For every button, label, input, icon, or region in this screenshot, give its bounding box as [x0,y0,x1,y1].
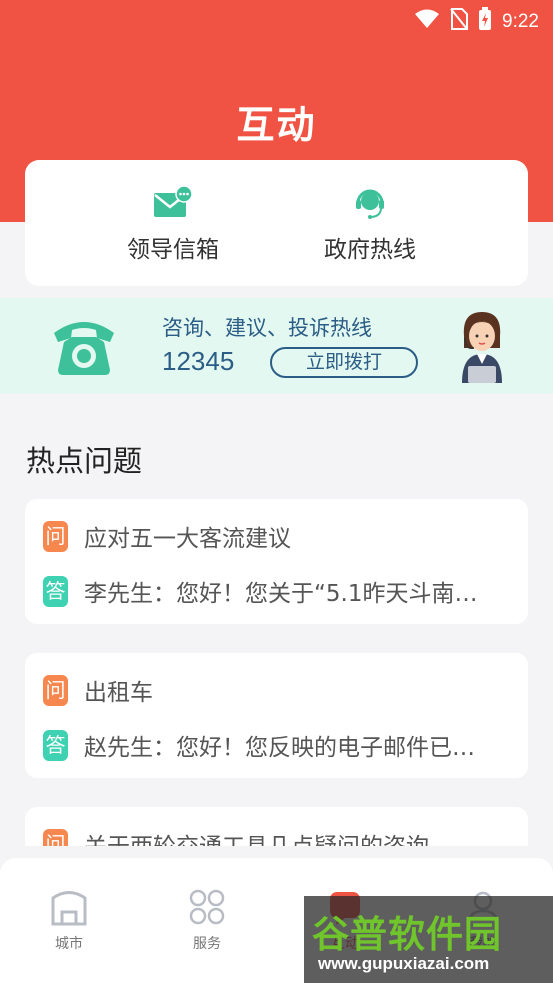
call-now-button[interactable]: 立即拨打 [270,347,418,378]
question-badge: 问 [43,520,68,552]
hotline-banner: 咨询、建议、投诉热线 12345 立即拨打 [0,298,553,394]
question-badge: 问 [43,674,68,706]
wifi-icon [414,9,440,35]
list-item[interactable]: 问 出租车 答 赵先生：您好！您反映的电子邮件已收悉，现答复如下 [25,653,528,778]
answer-badge: 答 [43,575,68,607]
watermark-text: 谷普软件园 [312,913,502,956]
government-hotline-button[interactable]: 政府热线 [270,160,470,286]
hotline-title: 咨询、建议、投诉热线 [162,316,372,340]
answer-text: 赵先生：您好！您反映的电子邮件已收悉，现答复如下 [84,735,494,761]
question-text: 关于两轮交通工具几点疑问的咨询 [84,827,429,846]
question-text: 应对五一大客流建议 [84,526,291,552]
list-item[interactable]: 问 应对五一大客流建议 答 李先生：您好！您关于“5.1昨天斗南花卉市场人流量大… [25,499,528,624]
section-title-hot-questions: 热点问题 [26,444,143,478]
watermark: 谷普软件园 www.gupuxiazai.com [304,896,553,983]
telephone-icon [50,315,118,381]
status-bar: 9:22 [0,0,553,40]
operator-avatar-icon [456,308,508,388]
headset-icon [352,186,388,226]
watermark-url: www.gupuxiazai.com [318,954,490,973]
status-time: 9:22 [502,11,539,32]
mail-chat-icon [152,185,194,224]
government-hotline-label: 政府热线 [324,237,416,263]
city-gate-icon [50,888,88,930]
quick-actions-card: 领导信箱 政府热线 [25,160,528,286]
leader-mailbox-button[interactable]: 领导信箱 [73,160,273,286]
answer-badge: 答 [43,729,68,761]
tab-city-label: 城市 [55,936,83,952]
hotline-number: 12345 [162,346,235,376]
leader-mailbox-label: 领导信箱 [127,237,219,263]
no-sim-icon [450,8,469,36]
tab-services[interactable]: 服务 [138,858,276,983]
grid-clover-icon [188,888,226,930]
page-title: 互动 [236,103,317,147]
list-item[interactable]: 问 关于两轮交通工具几点疑问的咨询 [25,807,528,846]
tab-services-label: 服务 [193,936,221,952]
answer-text: 李先生：您好！您关于“5.1昨天斗南花卉市场人流量大，交通拥堵 [84,581,494,607]
hot-questions-list: 问 应对五一大客流建议 答 李先生：您好！您关于“5.1昨天斗南花卉市场人流量大… [25,499,528,846]
question-text: 出租车 [84,680,153,706]
question-badge: 问 [43,828,68,846]
tab-city[interactable]: 城市 [0,858,138,983]
battery-charging-icon [478,7,492,37]
